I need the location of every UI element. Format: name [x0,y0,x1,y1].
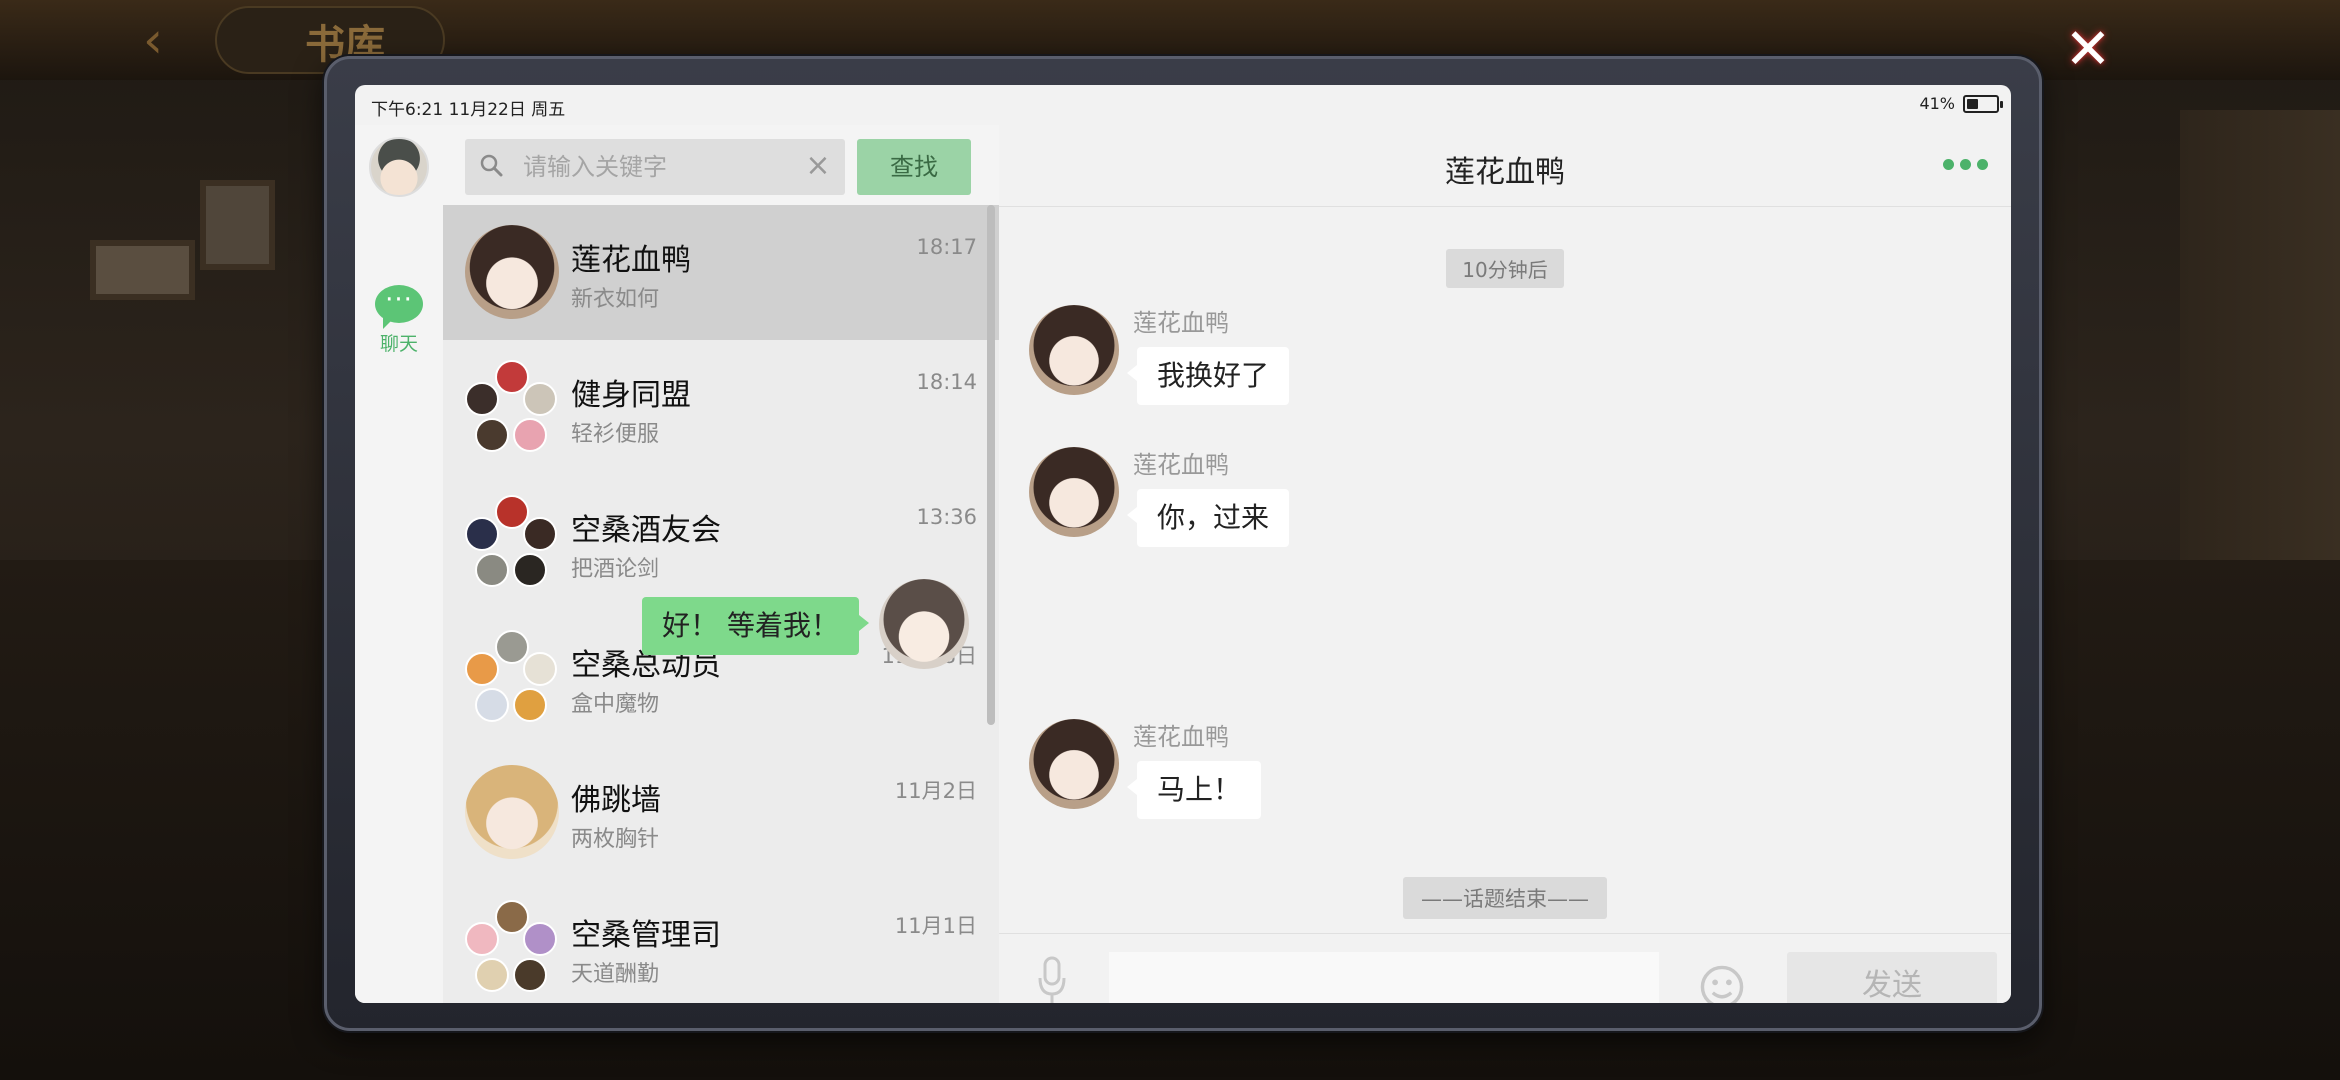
status-datetime: 下午6:21 11月22日 周五 [371,100,566,120]
chat-header: 莲花血鸭 [999,125,2011,207]
rail-chat-tab[interactable]: ··· 聊天 [355,285,443,356]
conversation-time: 11月1日 [894,914,977,938]
conversation-preview: 天道酬勤 [571,962,660,987]
message-bubble: 你，过来 [1126,489,1290,547]
search-row: × 查找 [443,125,999,205]
message-bubble: 好！ 等着我！ [642,597,869,655]
input-bar: 发送 [999,933,2011,1003]
conversation-item[interactable]: 莲花血鸭 新衣如何 18:17 [443,205,999,340]
conversation-preview: 把酒论剑 [571,557,660,582]
side-rail: ··· 聊天 [355,125,443,1003]
conversation-preview: 轻衫便服 [571,422,660,447]
conversation-name: 空桑酒友会 [571,513,721,548]
search-button[interactable]: 查找 [857,139,971,195]
conversation-item[interactable]: 健身同盟 轻衫便服 18:14 [443,340,999,475]
conversation-name: 佛跳墙 [571,783,661,818]
battery-indicator: 41% [1919,94,2003,113]
conversation-time: 11月2日 [894,779,977,803]
conversation-item[interactable]: 佛跳墙 两枚胸针 11月2日 [443,745,999,880]
tablet-frame: 下午6:21 11月22日 周五 41% ··· 聊天 请输入关键字 × 查找 … [324,56,2042,1031]
rail-chat-label: 聊天 [379,333,418,355]
background-picture-frame [90,240,195,300]
conversation-item[interactable]: 空桑管理司 天道酬勤 11月1日 [443,880,999,1003]
time-separator: 10分钟后 [999,249,2011,288]
status-bar: 下午6:21 11月22日 周五 41% [355,85,2011,125]
conversation-preview: 两枚胸针 [571,827,660,852]
emoji-icon[interactable] [1699,964,1745,1003]
user-avatar[interactable] [369,137,429,197]
message-avatar [1029,305,1119,395]
search-box: × [465,139,845,195]
message-sender: 莲花血鸭 [1133,451,1229,479]
battery-icon [1963,94,2003,113]
conversation-time: 18:17 [916,235,977,259]
close-icon[interactable]: ✕ [2058,20,2118,80]
my-avatar [879,579,969,669]
chat-icon: ··· [375,285,423,329]
search-icon [480,154,503,177]
conversation-name: 健身同盟 [571,378,691,413]
scrollbar[interactable] [987,205,995,725]
message-input[interactable] [1109,952,1659,1003]
microphone-icon[interactable] [1037,956,1067,1003]
tablet-screen: 下午6:21 11月22日 周五 41% ··· 聊天 请输入关键字 × 查找 … [355,85,2011,1003]
conversation-name: 空桑管理司 [571,918,721,953]
clear-icon[interactable]: × [803,151,833,181]
more-icon[interactable] [1943,159,1989,173]
conversation-name: 莲花血鸭 [571,243,691,278]
battery-percent: 41% [1919,94,1955,113]
back-arrow-icon: ‹ [143,11,163,69]
conversation-preview: 新衣如何 [571,287,660,312]
conversation-avatar [465,225,559,319]
group-avatar [465,360,559,454]
message-bubble: 我换好了 [1126,347,1290,405]
message-sender: 莲花血鸭 [1133,309,1229,337]
chat-title: 莲花血鸭 [1445,155,1565,190]
battery-fill [1967,98,1978,109]
message-avatar [1029,447,1119,537]
chat-panel: 莲花血鸭 10分钟后 莲花血鸭 我换好了 莲花血鸭 你，过来 好！ 等着我！ 莲… [642,125,2011,1003]
conversation-time: 18:14 [916,370,977,394]
conversation-avatar [465,765,559,859]
background-picture-frame [200,180,275,270]
search-input[interactable] [523,149,803,185]
group-avatar [465,495,559,589]
send-button[interactable]: 发送 [1787,952,1997,1003]
group-avatar [465,900,559,994]
conversation-preview: 盒中魔物 [571,692,660,717]
message-avatar [1029,719,1119,809]
group-avatar [465,630,559,724]
message-bubble: 马上！ [1126,761,1262,819]
end-separator: ——话题结束—— [999,877,2011,919]
conversation-panel: × 查找 莲花血鸭 新衣如何 18:17 [443,125,999,1003]
message-sender: 莲花血鸭 [1133,723,1229,751]
conversation-time: 13:36 [916,505,977,529]
